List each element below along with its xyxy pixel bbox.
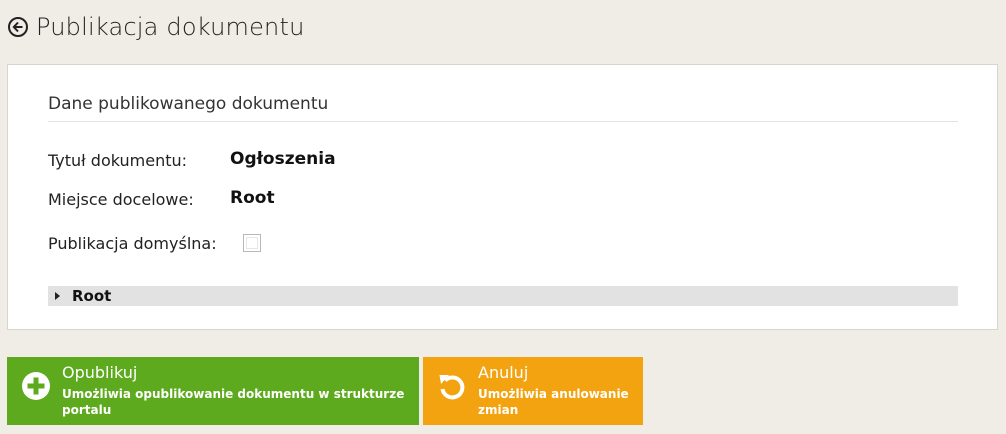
publish-button[interactable]: Opublikuj Umożliwia opublikowanie dokume… <box>7 357 419 425</box>
cancel-title: Anuluj <box>478 363 529 382</box>
section-divider <box>48 121 958 122</box>
default-publication-label: Publikacja domyślna: <box>48 234 217 253</box>
plus-circle-icon <box>22 372 50 400</box>
cancel-description: Umożliwia anulowanie zmian <box>478 387 629 417</box>
document-details-panel: Dane publikowanego dokumentu Tytuł dokum… <box>7 64 998 330</box>
document-title-label: Tytuł dokumentu: <box>48 151 188 170</box>
tree-node-root[interactable]: Root <box>48 286 958 306</box>
page-header: Publikacja dokumentu <box>8 10 304 44</box>
publish-description: Umożliwia opublikowanie dokumentu w stru… <box>62 387 405 417</box>
tree-node-label: Root <box>72 287 112 305</box>
target-location-value: Root <box>230 188 275 208</box>
caret-right-icon[interactable] <box>55 292 60 300</box>
undo-icon <box>439 375 465 400</box>
publish-title: Opublikuj <box>62 363 138 382</box>
page-title: Publikacja dokumentu <box>36 13 305 41</box>
cancel-button[interactable]: Anuluj Umożliwia anulowanie zmian <box>423 357 643 425</box>
target-location-label: Miejsce docelowe: <box>48 190 194 209</box>
arrow-left-circle-icon[interactable] <box>8 17 28 37</box>
document-title-value: Ogłoszenia <box>230 149 336 169</box>
section-title: Dane publikowanego dokumentu <box>48 94 329 114</box>
default-publication-checkbox[interactable] <box>243 234 261 252</box>
